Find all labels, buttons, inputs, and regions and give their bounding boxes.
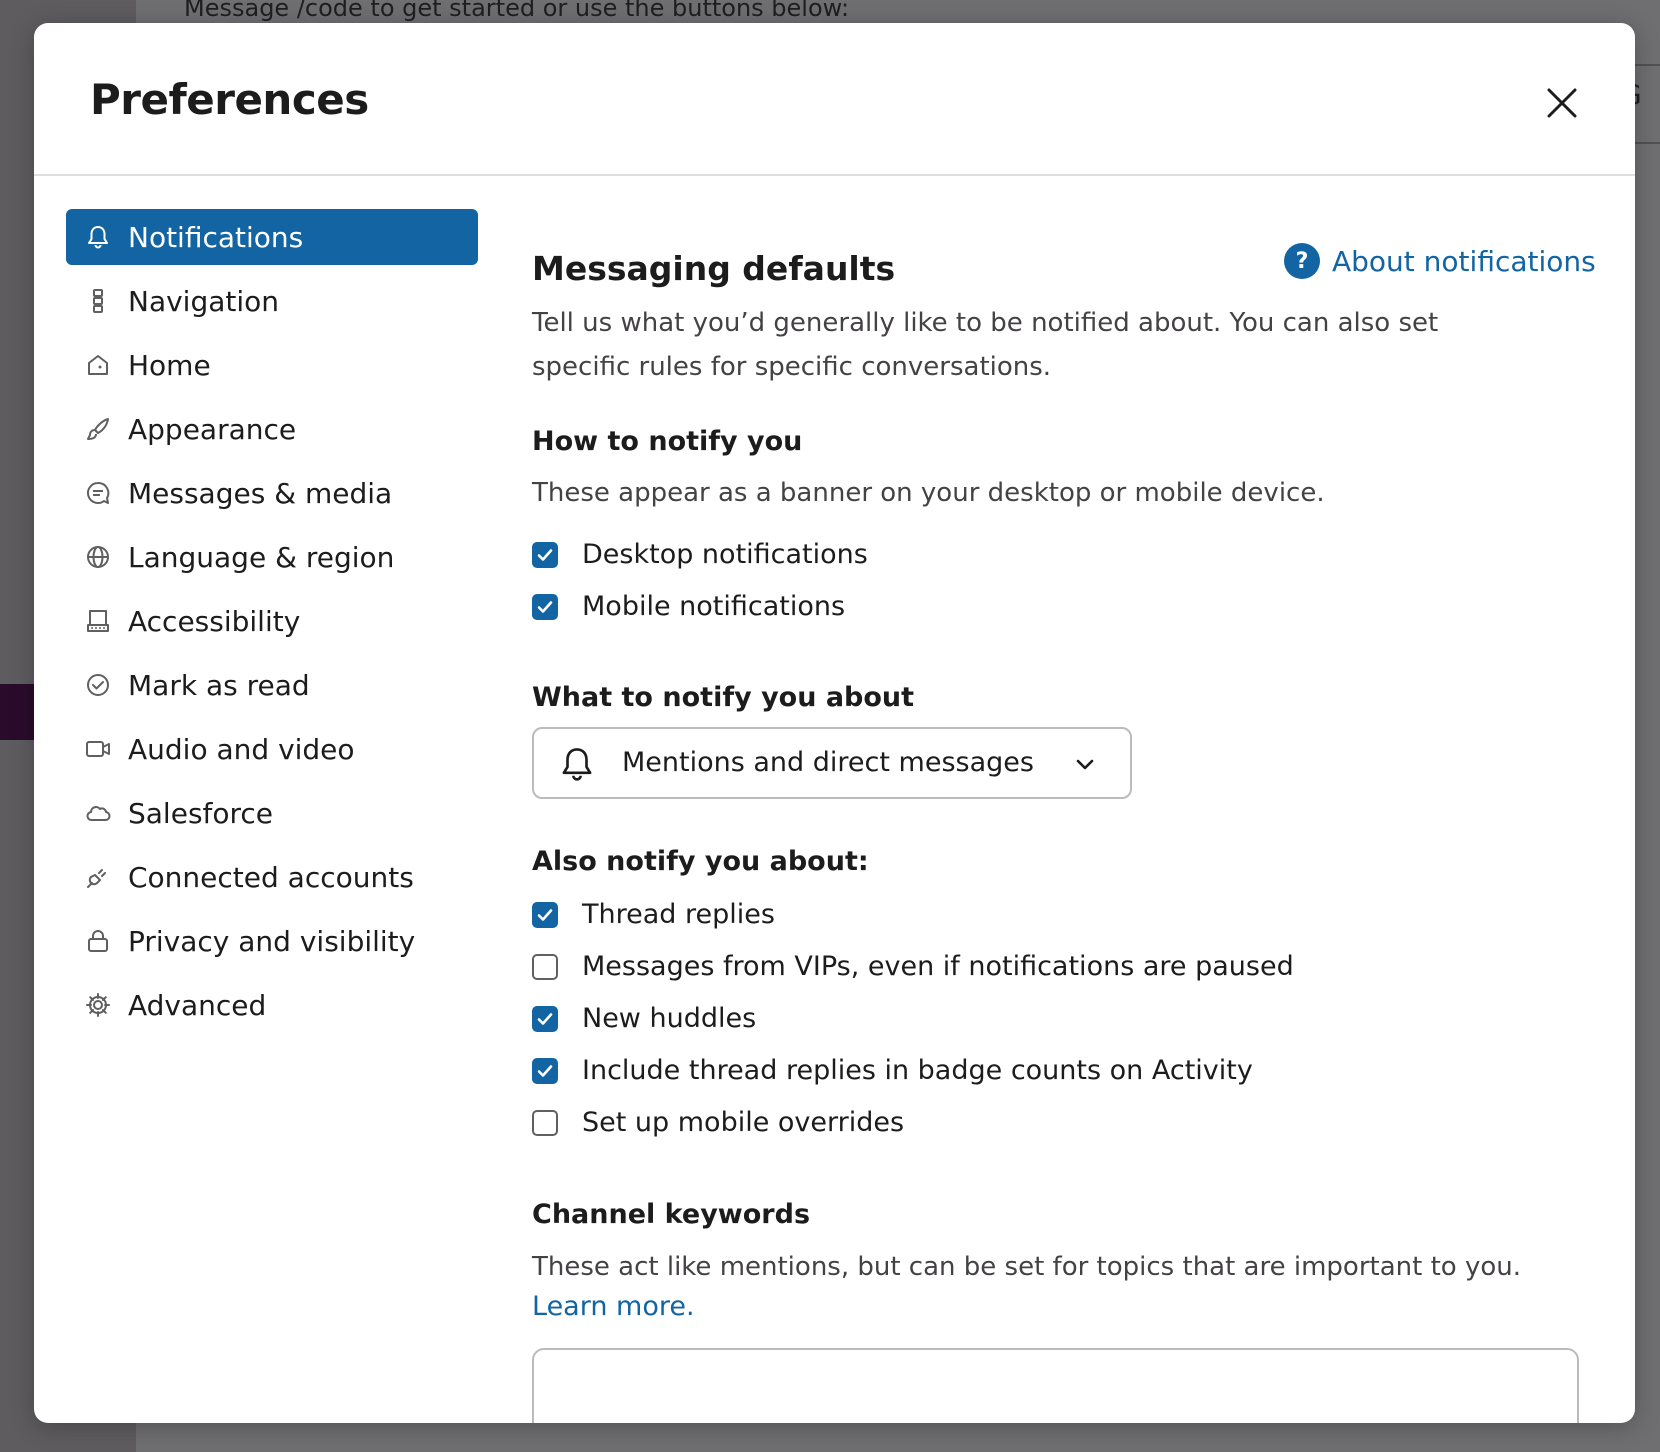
close-icon [1547,88,1577,118]
bell-icon [84,223,112,251]
sidebar-item-accessibility[interactable]: Accessibility [66,593,478,649]
sidebar-item-label: Navigation [128,284,280,318]
checkbox-label: Messages from VIPs, even if notification… [582,951,1294,982]
sidebar-item-messages-media[interactable]: Messages & media [66,465,478,521]
sidebar-item-label: Mark as read [128,668,310,702]
notify-about-select[interactable]: Mentions and direct messages [532,727,1132,799]
lock-icon [84,927,112,955]
keyboard-icon [84,607,112,635]
new-huddles-checkbox[interactable]: New huddles [532,1003,756,1034]
sidebar-item-label: Privacy and visibility [128,924,416,958]
sidebar-item-mark-as-read[interactable]: Mark as read [66,657,478,713]
about-notifications-link[interactable]: ? About notifications [1284,243,1596,279]
sidebar-item-label: Language & region [128,540,395,574]
preferences-dialog: Preferences Notifications Navigation Hom… [34,23,1635,1423]
checkbox-label: New huddles [582,1003,757,1034]
mobile-overrides-checkbox[interactable]: Set up mobile overrides [532,1107,904,1138]
checkbox-checked-icon [532,593,558,620]
sidebar-item-label: Home [128,348,211,382]
checkbox-checked-icon [532,1005,558,1032]
help-icon: ? [1284,243,1320,279]
sidebar-item-label: Audio and video [128,732,355,766]
gear-icon [84,991,112,1019]
brush-icon [84,415,112,443]
navigation-icon [84,287,112,315]
dialog-title: Preferences [90,75,369,124]
preferences-sidebar: Notifications Navigation Home Appearance… [66,209,478,1041]
vip-messages-checkbox[interactable]: Messages from VIPs, even if notification… [532,951,1294,982]
checkbox-unchecked-icon [532,1109,558,1136]
sidebar-item-notifications[interactable]: Notifications [66,209,478,265]
how-to-notify-description: These appear as a banner on your desktop… [532,478,1325,508]
background-message-text: Message /code to get started or use the … [184,0,850,22]
sidebar-item-audio-video[interactable]: Audio and video [66,721,478,777]
sidebar-item-appearance[interactable]: Appearance [66,401,478,457]
chevron-down-icon [1076,759,1094,770]
sidebar-item-label: Salesforce [128,796,274,830]
checkbox-checked-icon [532,901,558,928]
checkbox-unchecked-icon [532,953,558,980]
sidebar-item-privacy-visibility[interactable]: Privacy and visibility [66,913,478,969]
section-title: Messaging defaults [532,249,896,288]
notify-about-value: Mentions and direct messages [622,747,1034,778]
video-icon [84,735,112,763]
sidebar-item-label: Connected accounts [128,860,414,894]
sidebar-item-advanced[interactable]: Advanced [66,977,478,1033]
sidebar-item-salesforce[interactable]: Salesforce [66,785,478,841]
sidebar-item-navigation[interactable]: Navigation [66,273,478,329]
also-notify-title: Also notify you about: [532,846,869,877]
sidebar-item-label: Notifications [128,220,304,254]
checkbox-label: Mobile notifications [582,591,846,622]
badge-counts-checkbox[interactable]: Include thread replies in badge counts o… [532,1055,1253,1086]
check-circle-icon [84,671,112,699]
desktop-notifications-checkbox[interactable]: Desktop notifications [532,539,868,570]
learn-more-link[interactable]: Learn more. [532,1291,695,1322]
what-to-notify-title: What to notify you about [532,682,915,713]
sidebar-item-home[interactable]: Home [66,337,478,393]
sidebar-item-language-region[interactable]: Language & region [66,529,478,585]
how-to-notify-title: How to notify you [532,426,803,457]
checkbox-label: Thread replies [582,899,775,930]
sidebar-item-label: Advanced [128,988,267,1022]
checkbox-label: Set up mobile overrides [582,1107,905,1138]
bell-icon [562,748,592,781]
checkbox-checked-icon [532,1057,558,1084]
sidebar-item-label: Appearance [128,412,297,446]
sidebar-item-label: Accessibility [128,604,301,638]
cloud-icon [84,799,112,827]
section-description: Tell us what you’d generally like to be … [532,308,1439,382]
background-highlight [0,684,34,740]
home-icon [84,351,112,379]
message-icon [84,479,112,507]
channel-keywords-description: These act like mentions, but can be set … [532,1252,1521,1282]
channel-keywords-input[interactable] [532,1348,1579,1423]
close-button[interactable] [1534,75,1590,131]
sidebar-item-label: Messages & media [128,476,393,510]
channel-keywords-title: Channel keywords [532,1199,811,1230]
dialog-header: Preferences [34,23,1635,176]
checkbox-label: Include thread replies in badge counts o… [582,1055,1253,1086]
sidebar-item-connected-accounts[interactable]: Connected accounts [66,849,478,905]
globe-icon [84,543,112,571]
plug-icon [84,863,112,891]
thread-replies-checkbox[interactable]: Thread replies [532,899,775,930]
mobile-notifications-checkbox[interactable]: Mobile notifications [532,591,845,622]
about-notifications-label: About notifications [1332,244,1596,278]
checkbox-label: Desktop notifications [582,539,868,570]
checkbox-checked-icon [532,541,558,568]
